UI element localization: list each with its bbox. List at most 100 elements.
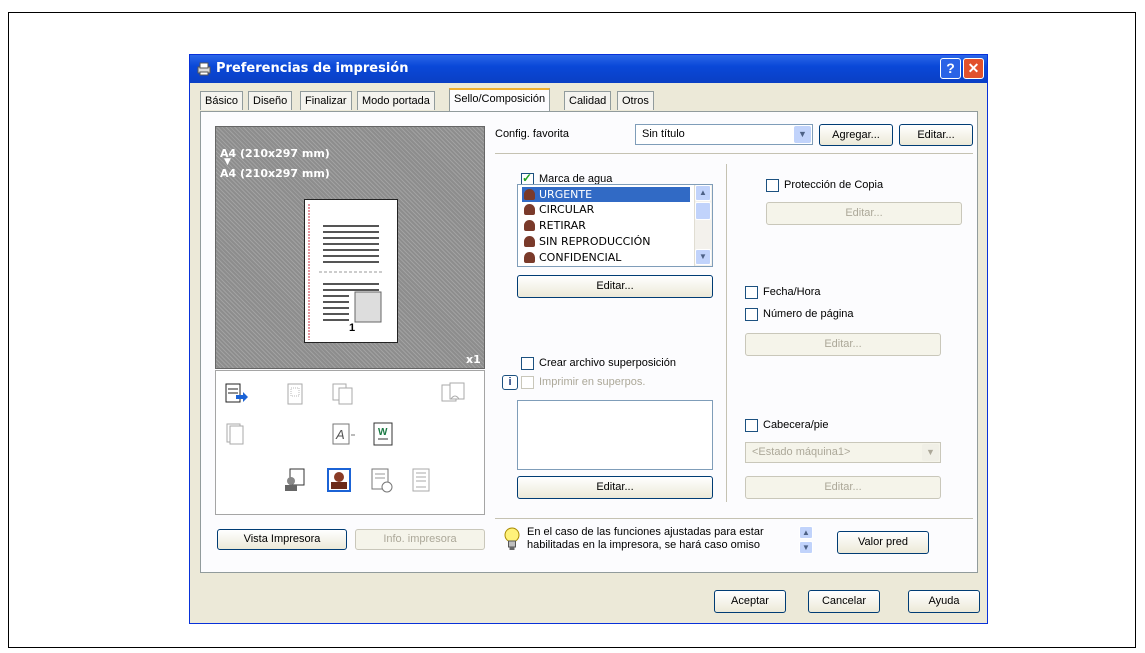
help-title-button[interactable]: ? (940, 58, 961, 79)
print-to-printer-icon[interactable] (224, 381, 250, 407)
imprimir-superposicion-checkbox[interactable] (521, 376, 534, 389)
config-favorita-value: Sin título (642, 128, 685, 140)
config-favorita-label: Config. favorita (495, 128, 569, 140)
stacked-pages-icon[interactable] (224, 421, 250, 447)
editar-cabecera-button[interactable]: Editar... (745, 476, 941, 499)
agregar-button[interactable]: Agregar... (819, 124, 893, 146)
text-stamp-icon[interactable]: A (330, 421, 356, 447)
preview-copies: x1 (466, 353, 481, 366)
aceptar-label: Aceptar (731, 595, 769, 607)
scroll-up-icon[interactable]: ▲ (799, 526, 813, 539)
list-item[interactable]: URGENTE (522, 187, 690, 202)
tab-finalizar[interactable]: Finalizar (300, 91, 352, 110)
paper-preview: A4 (210x297 mm) ▼ A4 (210x297 mm) 1 x1 (215, 126, 485, 369)
combine-pages-icon[interactable] (440, 381, 466, 407)
overlay-list[interactable] (517, 400, 713, 470)
valor-pred-button[interactable]: Valor pred (837, 531, 929, 554)
fecha-hora-checkbox[interactable] (745, 286, 758, 299)
watermark-list[interactable]: URGENTE CIRCULAR RETIRAR SIN REPRODUCCIÓ… (517, 184, 713, 267)
svg-text:W: W (378, 427, 388, 438)
editar-proteccion-label: Editar... (845, 207, 883, 219)
proteccion-copia-label: Protección de Copia (784, 179, 884, 191)
preview-page-number: 1 (349, 322, 356, 334)
lightbulb-icon (504, 527, 520, 550)
scroll-down-icon[interactable]: ▼ (695, 249, 711, 265)
agregar-label: Agregar... (832, 129, 880, 141)
chevron-down-icon: ▼ (794, 126, 811, 143)
scroll-up-icon[interactable]: ▲ (695, 185, 711, 201)
tab-panel: A4 (210x297 mm) ▼ A4 (210x297 mm) 1 x1 A… (200, 111, 978, 573)
editar-marca-label: Editar... (596, 280, 634, 292)
tab-diseno[interactable]: Diseño (248, 91, 293, 110)
tab-basico[interactable]: Básico (200, 91, 244, 110)
tab-calidad[interactable]: Calidad (564, 91, 612, 110)
divider (495, 153, 973, 154)
checkmark-icon: ✓ (522, 171, 533, 185)
list-item[interactable]: CONFIDENCIAL (522, 250, 690, 265)
printer-icon (197, 62, 211, 76)
info-impresora-button[interactable]: Info. impresora (355, 529, 485, 550)
numero-pagina-checkbox[interactable] (745, 308, 758, 321)
cabecera-pie-value: <Estado máquina1> (752, 446, 851, 458)
date-page-icon[interactable] (368, 467, 394, 493)
copy-pages-icon[interactable] (330, 381, 356, 407)
preview-paper-in: A4 (210x297 mm) (220, 147, 330, 160)
scroll-thumb[interactable] (695, 202, 711, 220)
vertical-divider (726, 164, 727, 502)
editar-proteccion-button[interactable]: Editar... (766, 202, 962, 225)
editar-config-button[interactable]: Editar... (899, 124, 973, 146)
cabecera-pie-label: Cabecera/pie (763, 419, 829, 431)
editar-superposicion-button[interactable]: Editar... (517, 476, 713, 499)
overlay-user-icon[interactable] (282, 467, 308, 493)
watermark-stamp-icon[interactable] (326, 467, 352, 493)
info-icon[interactable]: i (502, 375, 518, 390)
editar-cabecera-label: Editar... (824, 481, 862, 493)
document-grid-icon[interactable] (282, 381, 308, 407)
cancelar-button[interactable]: Cancelar (808, 590, 880, 613)
chevron-down-icon: ▼ (922, 444, 939, 461)
crear-superposicion-checkbox[interactable] (521, 357, 534, 370)
svg-text:A: A (335, 427, 345, 442)
list-item[interactable]: CIRCULAR (522, 202, 690, 217)
config-favorita-select[interactable]: Sin título ▼ (635, 124, 813, 145)
title-bar[interactable]: Preferencias de impresión ? ✕ (190, 55, 987, 83)
valor-pred-label: Valor pred (858, 536, 908, 548)
cabecera-pie-checkbox[interactable] (745, 419, 758, 432)
fecha-hora-label: Fecha/Hora (763, 286, 821, 298)
list-item[interactable]: SIN REPRODUCCIÓN (522, 234, 690, 249)
divider (495, 518, 973, 519)
stamp-person-icon (524, 236, 535, 247)
hint-scrollbar[interactable]: ▲ ▼ (799, 526, 813, 554)
close-button[interactable]: ✕ (963, 58, 984, 79)
list-item-label: CONFIDENCIAL (539, 251, 622, 264)
function-icons-panel: A W (215, 370, 485, 515)
editar-config-label: Editar... (917, 129, 955, 141)
editar-numero-label: Editar... (824, 338, 862, 350)
vista-impresora-button[interactable]: Vista Impresora (217, 529, 347, 550)
cabecera-pie-select[interactable]: <Estado máquina1> ▼ (745, 442, 941, 463)
ayuda-label: Ayuda (928, 595, 960, 607)
aceptar-button[interactable]: Aceptar (714, 590, 786, 613)
cancelar-label: Cancelar (821, 595, 867, 607)
stamp-person-icon (524, 220, 535, 231)
hint-line-1: En el caso de las funciones ajustadas pa… (527, 526, 764, 538)
scroll-down-icon[interactable]: ▼ (799, 541, 813, 554)
list-item-label: CIRCULAR (539, 203, 595, 216)
stamp-person-icon (524, 252, 535, 263)
editar-superposicion-label: Editar... (596, 481, 634, 493)
stamp-person-icon (524, 189, 535, 200)
word-document-icon[interactable]: W (370, 421, 396, 447)
list-item[interactable]: RETIRAR (522, 218, 690, 233)
editar-marca-de-agua-button[interactable]: Editar... (517, 275, 713, 298)
ayuda-button[interactable]: Ayuda (908, 590, 980, 613)
stamp-person-icon (524, 204, 535, 215)
info-impresora-label: Info. impresora (383, 533, 457, 545)
tab-sello-composicion[interactable]: Sello/Composición (449, 88, 551, 111)
watermark-list-scrollbar[interactable]: ▲ ▼ (694, 185, 712, 266)
editar-numero-pagina-button[interactable]: Editar... (745, 333, 941, 356)
tab-modo-portada[interactable]: Modo portada (357, 91, 435, 110)
proteccion-copia-checkbox[interactable] (766, 179, 779, 192)
tab-otros[interactable]: Otros (617, 91, 654, 110)
header-footer-icon[interactable] (408, 467, 434, 493)
preview-page-lines (308, 204, 383, 340)
